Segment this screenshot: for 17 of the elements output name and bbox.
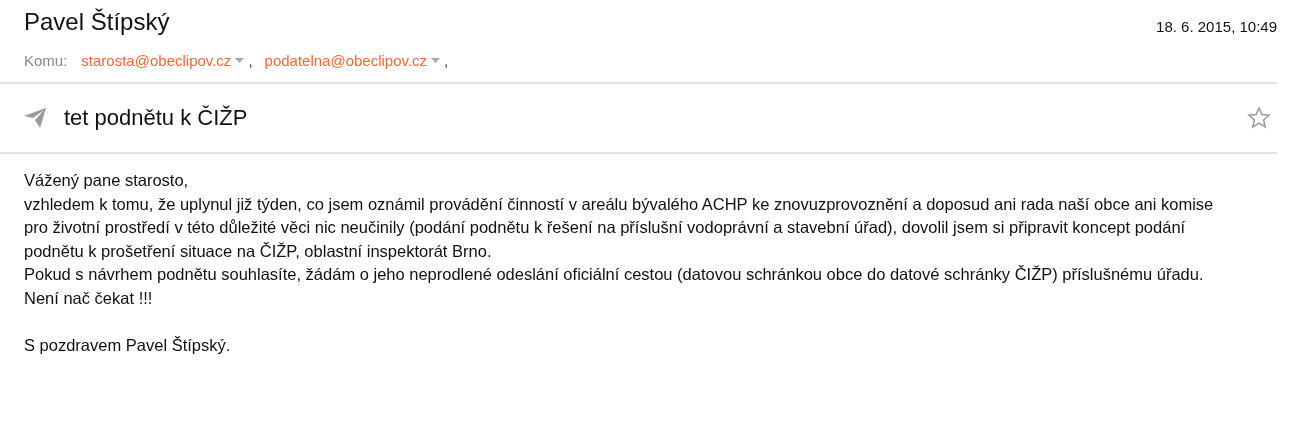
- message-paragraph: Pokud s návrhem podnětu souhlasíte, žádám o jeho neprodlené odeslání oficiální cestou (datovou schránkou obce do datové schránky ČIŽP) příslušnému úřadu.: [24, 264, 1205, 285]
- message-paragraph: Vážený pane starosto,: [24, 170, 190, 191]
- message-paragraph: Není nač čekat !!!: [24, 287, 154, 309]
- message-date: 18. 6. 2015, 10:49: [1156, 18, 1277, 35]
- recipient-link[interactable]: starosta@obeclipov.cz: [81, 51, 245, 69]
- separator: ,: [444, 51, 449, 69]
- separator: ,: [248, 51, 253, 69]
- signature: S pozdravem Pavel Štípský.: [24, 334, 232, 356]
- caret-icon: [235, 57, 245, 63]
- sender-name: Pavel Štípský: [24, 8, 170, 36]
- recipient-link[interactable]: podatelna@obeclipov.cz: [264, 51, 441, 69]
- recipients-label: Komu:: [24, 51, 68, 69]
- paper-plane-icon: [24, 108, 46, 128]
- email-subject: tet podnětu k ČIŽP: [64, 105, 249, 131]
- message-paragraph: vzhledem k tomu, že uplynul již týden, co jsem oznámil provádění činností v areálu bývalého ACHP ke znovuzprovoznění a doposud ani rada naší obce ani komise pro životní prostředí v této důležité věci nic neučinily (podání podnětu k řešení na příslušní vodoprávní a stavební úřad), dovolil jsem si připravit koncept podání podnětu k prošetření situace na ČIŽP, oblastní inspektorát Brno.: [24, 193, 1215, 262]
- star-icon[interactable]: [1247, 106, 1271, 130]
- caret-icon: [431, 57, 441, 63]
